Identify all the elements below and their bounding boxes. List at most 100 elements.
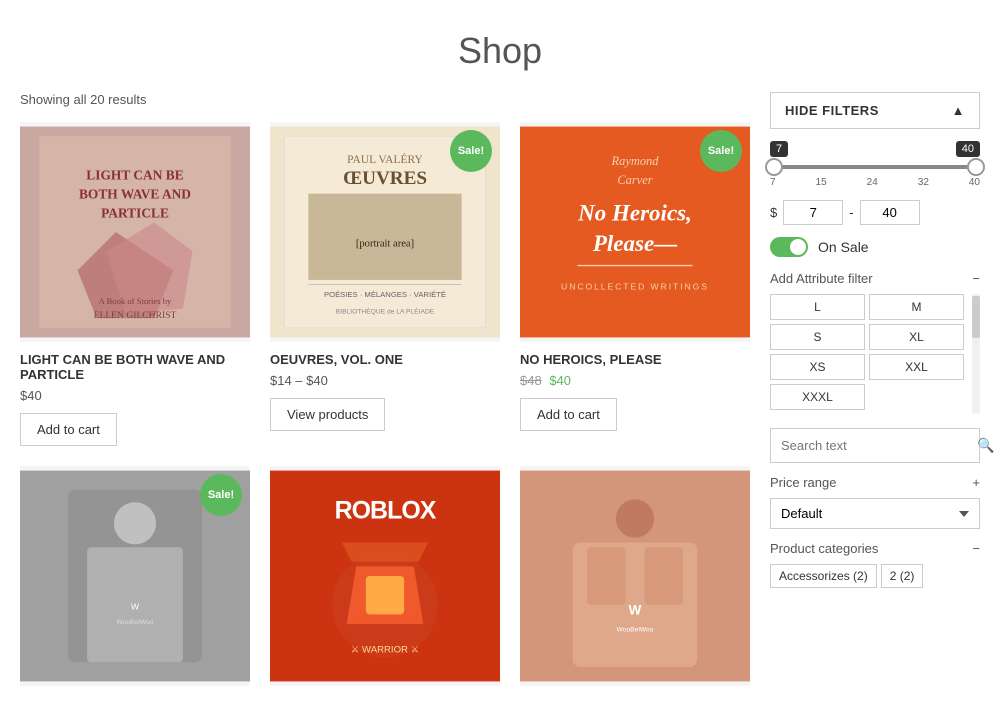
attribute-XL[interactable]: XL — [869, 324, 964, 350]
attribute-grid-wrapper: L M S XL XS XXL XXXL — [770, 294, 980, 414]
categories-minus-icon: − — [972, 541, 980, 556]
price-range-slider: 7 40 7 15 24 32 40 — [770, 141, 980, 188]
add-to-cart-button-3[interactable]: Add to cart — [520, 398, 617, 431]
sale-badge-4: Sale! — [200, 474, 242, 516]
currency-symbol: $ — [770, 205, 777, 220]
svg-text:W: W — [131, 602, 140, 612]
hide-filters-label: HIDE FILTERS — [785, 103, 879, 118]
search-button[interactable]: 🔍 — [967, 429, 1000, 462]
category-tag-2[interactable]: 2 (2) — [881, 564, 924, 588]
product-image-4: Sale! W WooBelWoo — [20, 466, 250, 686]
price-max-input[interactable] — [860, 200, 920, 225]
slider-track — [774, 165, 976, 169]
price-range-text: Price range — [770, 475, 836, 490]
attribute-XXL[interactable]: XXL — [869, 354, 964, 380]
attribute-filter-label: Add Attribute filter — [770, 271, 873, 286]
svg-text:[portrait area]: [portrait area] — [356, 238, 414, 249]
slider-tick-labels: 7 15 24 32 40 — [770, 177, 980, 188]
svg-text:PARTICLE: PARTICLE — [101, 206, 169, 221]
attribute-scrollbar-thumb — [972, 296, 980, 338]
on-sale-toggle[interactable] — [770, 237, 808, 257]
slider-min-label: 7 — [770, 141, 788, 157]
product-categories-section: Product categories − Accessorizes (2) 2 … — [770, 541, 980, 588]
on-sale-label: On Sale — [818, 239, 869, 255]
attribute-XS[interactable]: XS — [770, 354, 865, 380]
search-icon: 🔍 — [977, 437, 994, 453]
page-wrapper: Shop Showing all 20 results LIGHT CAN BE… — [0, 0, 1000, 706]
sale-badge-3: Sale! — [700, 130, 742, 172]
search-wrapper: 🔍 — [770, 428, 980, 463]
product-title-1: LIGHT CAN BE BOTH WAVE AND PARTICLE — [20, 352, 250, 382]
products-area: Showing all 20 results LIGHT CAN BE BOTH… — [20, 92, 770, 706]
svg-text:No Heroics,: No Heroics, — [577, 201, 692, 226]
svg-text:BIBLIOTHÈQUE de LA PLÉIADE: BIBLIOTHÈQUE de LA PLÉIADE — [336, 306, 435, 315]
svg-text:Please—: Please— — [592, 231, 677, 256]
page-title: Shop — [0, 0, 1000, 92]
svg-text:WooBelWoo: WooBelWoo — [617, 627, 654, 634]
svg-text:UNCOLLECTED WRITINGS: UNCOLLECTED WRITINGS — [561, 282, 709, 292]
attribute-minus-icon: − — [972, 271, 980, 286]
product-card-3: Sale! Raymond Carver No Heroics, Please—… — [520, 122, 750, 446]
product-image-1: LIGHT CAN BE BOTH WAVE AND PARTICLE A Bo… — [20, 122, 250, 342]
attribute-filter-header: Add Attribute filter − — [770, 271, 980, 286]
attribute-L[interactable]: L — [770, 294, 865, 320]
product-image-3: Sale! Raymond Carver No Heroics, Please—… — [520, 122, 750, 342]
product-card-4: Sale! W WooBelWoo — [20, 466, 250, 696]
svg-text:ROBLOX: ROBLOX — [335, 497, 437, 525]
svg-text:ŒUVRES: ŒUVRES — [343, 168, 427, 189]
product-card-6: W WooBelWoo — [520, 466, 750, 696]
svg-text:BOTH WAVE AND: BOTH WAVE AND — [79, 186, 191, 201]
categories-label: Product categories — [770, 541, 878, 556]
slider-fill — [774, 165, 976, 169]
slider-labels: 7 40 — [770, 141, 980, 157]
product-image-6: W WooBelWoo — [520, 466, 750, 686]
chevron-up-icon: ▲ — [952, 103, 965, 118]
sort-dropdown[interactable]: Default Price: Low to High Price: High t… — [770, 498, 980, 529]
svg-text:Raymond: Raymond — [611, 154, 660, 168]
price-inputs: $ - — [770, 200, 980, 225]
svg-text:⚔ WARRIOR ⚔: ⚔ WARRIOR ⚔ — [351, 645, 419, 656]
svg-text:W: W — [629, 602, 642, 617]
svg-text:POÉSIES · MÉLANGES · VARIÉTÉ: POÉSIES · MÉLANGES · VARIÉTÉ — [324, 290, 446, 299]
attribute-grid: L M S XL XS XXL XXXL — [770, 294, 964, 414]
price-min-input[interactable] — [783, 200, 843, 225]
product-card-5: ROBLOX ⚔ WARRIOR ⚔ — [270, 466, 500, 696]
svg-text:A Book of Stories by: A Book of Stories by — [99, 296, 172, 306]
slider-thumb-right[interactable] — [967, 158, 985, 176]
product-card-1: LIGHT CAN BE BOTH WAVE AND PARTICLE A Bo… — [20, 122, 250, 446]
attribute-XXXL[interactable]: XXXL — [770, 384, 865, 410]
slider-thumb-left[interactable] — [765, 158, 783, 176]
main-content: Showing all 20 results LIGHT CAN BE BOTH… — [0, 92, 1000, 706]
products-grid: LIGHT CAN BE BOTH WAVE AND PARTICLE A Bo… — [20, 122, 750, 696]
search-input[interactable] — [771, 430, 967, 461]
category-tag-accessories[interactable]: Accessorizes (2) — [770, 564, 877, 588]
svg-text:ELLEN GILCHRIST: ELLEN GILCHRIST — [94, 310, 177, 321]
product-price-3: $48 $40 — [520, 373, 750, 388]
original-price-3: $48 — [520, 373, 542, 388]
toggle-knob — [790, 239, 806, 255]
add-to-cart-button-1[interactable]: Add to cart — [20, 413, 117, 446]
product-title-3: NO HEROICS, PLEASE — [520, 352, 750, 367]
categories-header: Product categories − — [770, 541, 980, 556]
attribute-scrollbar[interactable] — [972, 294, 980, 414]
sale-badge-2: Sale! — [450, 130, 492, 172]
svg-text:Carver: Carver — [617, 173, 652, 187]
sale-price-3: $40 — [549, 373, 571, 388]
attribute-M[interactable]: M — [869, 294, 964, 320]
attribute-S[interactable]: S — [770, 324, 865, 350]
product-title-2: OEUVRES, VOL. ONE — [270, 352, 500, 367]
product-image-2: Sale! PAUL VALÉRY ŒUVRES [portrait area]… — [270, 122, 500, 342]
price-range-separator: - — [849, 205, 853, 220]
svg-text:PAUL VALÉRY: PAUL VALÉRY — [347, 152, 423, 166]
on-sale-row: On Sale — [770, 237, 980, 257]
view-products-button-2[interactable]: View products — [270, 398, 385, 431]
price-range-plus-icon: + — [972, 475, 980, 490]
product-card-2: Sale! PAUL VALÉRY ŒUVRES [portrait area]… — [270, 122, 500, 446]
hide-filters-button[interactable]: HIDE FILTERS ▲ — [770, 92, 980, 129]
svg-text:WooBelWoo: WooBelWoo — [117, 619, 154, 626]
svg-text:LIGHT CAN BE: LIGHT CAN BE — [86, 167, 183, 182]
attribute-filter-section: Add Attribute filter − L M S XL XS XXL X… — [770, 271, 980, 414]
slider-track-wrapper[interactable] — [774, 165, 976, 169]
product-price-2: $14 – $40 — [270, 373, 500, 388]
sidebar-filters: HIDE FILTERS ▲ 7 40 7 15 — [770, 92, 980, 706]
